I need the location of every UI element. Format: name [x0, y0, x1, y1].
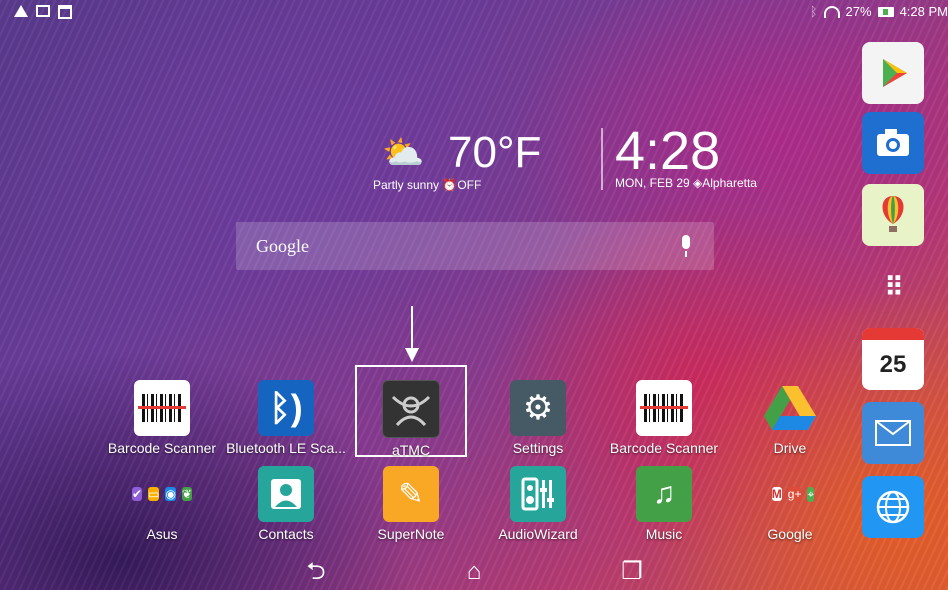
app-label: Music: [645, 526, 683, 542]
check-icon: ✔: [132, 487, 143, 501]
mic-icon[interactable]: [682, 235, 690, 257]
camera-icon[interactable]: [862, 112, 924, 174]
system-icons: ᛒ 27% 4:28 PM: [810, 4, 948, 19]
annotation-arrow-head: [405, 348, 419, 362]
app-folder-asus[interactable]: ✔ ▭ ◉ ❦ Asus: [102, 466, 222, 542]
camera-mini-icon: ◉: [165, 487, 176, 501]
app-supernote[interactable]: ✎ SuperNote: [351, 466, 471, 542]
status-time: 4:28 PM: [899, 4, 948, 19]
widget-divider: [601, 128, 603, 190]
leaf-icon: ❦: [181, 487, 192, 501]
app-label: Bluetooth LE Sca...: [226, 440, 346, 456]
app-barcode-scanner-2[interactable]: Barcode Scanner: [604, 380, 724, 456]
condition-text: Partly sunny: [373, 178, 440, 192]
google-folder-icon: M g+ ⌖: [762, 466, 818, 522]
home-icon[interactable]: ⌂: [454, 558, 494, 586]
calendar-icon[interactable]: 25: [862, 328, 924, 390]
app-contacts[interactable]: Contacts: [226, 466, 346, 542]
recent-apps-icon[interactable]: ❐: [612, 558, 652, 586]
app-label: Google: [767, 526, 813, 542]
weather-condition: Partly sunny ⏰OFF: [373, 178, 481, 192]
app-label: Contacts: [258, 526, 314, 542]
clock-widget[interactable]: 4:28 MON, FEB 29 ◈Alpharetta: [615, 121, 757, 190]
navigation-bar: ⮌ ⌂ ❐: [0, 552, 948, 590]
browser-globe-icon[interactable]: [862, 476, 924, 538]
battery-percent: 27%: [845, 4, 872, 19]
barcode-scanner-icon: [636, 380, 692, 436]
clipboard-icon: [58, 5, 72, 19]
notification-icons: [14, 5, 72, 19]
pencil-icon: ✎: [383, 466, 439, 522]
warning-icon: [14, 5, 28, 17]
app-label: AudioWizard: [498, 526, 578, 542]
calendar-day: 25: [879, 351, 907, 378]
file-manager-icon: ▭: [148, 487, 160, 501]
clock-location: Alpharetta: [702, 176, 757, 190]
app-barcode-scanner-1[interactable]: Barcode Scanner: [102, 380, 222, 456]
music-note-icon: ♫: [636, 466, 692, 522]
google-plus-icon: g+: [787, 487, 802, 501]
app-folder-google[interactable]: M g+ ⌖ Google: [730, 466, 850, 542]
status-bar[interactable]: ᛒ 27% 4:28 PM: [0, 0, 948, 24]
app-label: Asus: [146, 526, 178, 542]
app-settings[interactable]: ⚙ Settings: [478, 380, 598, 456]
clock-time: 4:28: [615, 121, 721, 181]
drive-icon: [762, 380, 818, 436]
atmc-logo-icon: [391, 395, 431, 427]
google-search-bar[interactable]: Google: [236, 222, 714, 270]
audiowizard-icon: [510, 466, 566, 522]
clock-date-location: MON, FEB 29 ◈Alpharetta: [615, 176, 757, 190]
gear-icon: ⚙: [510, 380, 566, 436]
location-icon: ◈: [693, 176, 703, 190]
search-label: Google: [256, 236, 309, 256]
app-drive[interactable]: Drive: [730, 380, 850, 456]
asus-folder-icon: ✔ ▭ ◉ ❦: [132, 466, 192, 522]
app-audiowizard[interactable]: AudioWizard: [478, 466, 598, 542]
battery-icon: [877, 6, 894, 17]
bluetooth-status-icon: ᛒ: [809, 4, 818, 19]
home-screen: ᛒ 27% 4:28 PM ⛅ 70°F Partly sunny ⏰OFF 4…: [0, 0, 948, 590]
app-label: Drive: [773, 440, 807, 456]
bluetooth-icon: ᛒ): [258, 380, 314, 436]
clock-date: MON, FEB 29: [615, 176, 690, 190]
annotation-arrow-shaft: [411, 306, 413, 352]
app-atmc[interactable]: aTMC: [351, 380, 471, 458]
app-label: SuperNote: [377, 526, 445, 542]
image-icon: [36, 5, 50, 17]
app-bluetooth-le-scanner[interactable]: ᛒ) Bluetooth LE Sca...: [226, 380, 346, 456]
app-label: Settings: [512, 440, 564, 456]
temperature: 70°F: [448, 128, 542, 177]
app-music[interactable]: ♫ Music: [604, 466, 724, 542]
app-label: Barcode Scanner: [107, 440, 217, 456]
contacts-icon: [258, 466, 314, 522]
maps-icon: ⌖: [807, 486, 815, 502]
app-label: Barcode Scanner: [609, 440, 719, 456]
email-icon[interactable]: [862, 402, 924, 464]
atmc-icon: [382, 380, 440, 438]
barcode-scanner-icon: [134, 380, 190, 436]
play-store-icon[interactable]: [862, 42, 924, 104]
wifi-icon: [823, 5, 840, 18]
gmail-icon: M: [771, 487, 782, 501]
back-icon[interactable]: ⮌: [296, 558, 336, 586]
app-drawer-icon[interactable]: ⠿: [862, 256, 924, 318]
app-label: aTMC: [391, 442, 431, 458]
balloon-gallery-icon[interactable]: [862, 184, 924, 246]
partly-sunny-icon: ⛅: [382, 134, 425, 172]
alarm-status: ⏰OFF: [442, 178, 482, 192]
